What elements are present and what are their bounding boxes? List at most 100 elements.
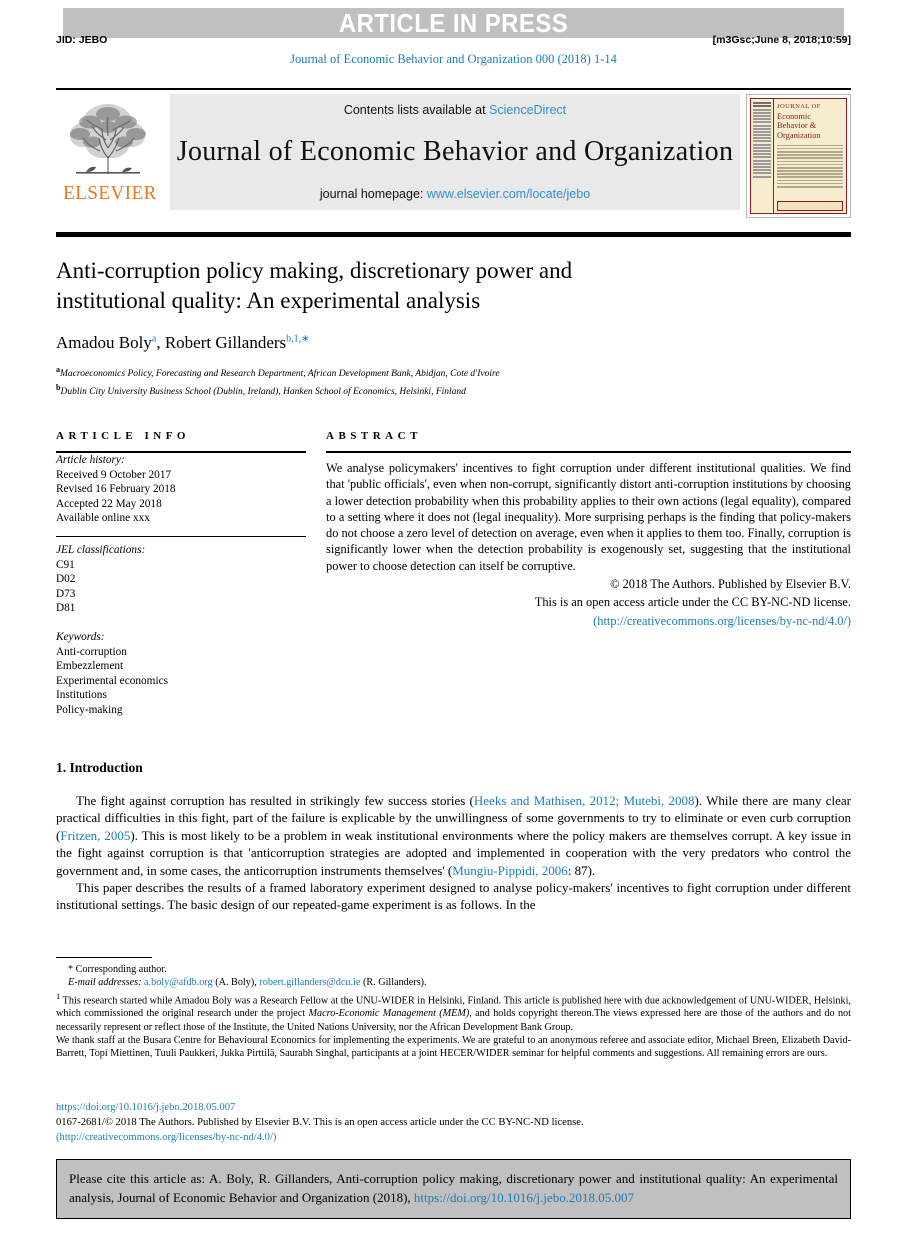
journal-cover-title-line2: Economic — [777, 111, 811, 121]
keyword-item: Institutions — [56, 689, 107, 702]
journal-homepage-link[interactable]: www.elsevier.com/locate/jebo — [427, 187, 590, 201]
article-info-rule-mid — [56, 535, 306, 537]
paragraph-2: This paper describes the results of a fr… — [56, 880, 851, 913]
doi-copyright-block: https://doi.org/10.1016/j.jebo.2018.05.0… — [56, 1100, 851, 1145]
journal-masthead: ELSEVIER Contents lists available at Sci… — [56, 88, 851, 218]
abstract-rule-top — [326, 451, 851, 453]
please-cite-box: Please cite this article as: A. Boly, R.… — [56, 1159, 851, 1219]
journal-cover-footer-bar — [777, 201, 843, 211]
affiliation-a-text: Macroeconomics Policy, Forecasting and R… — [60, 369, 500, 380]
abstract-heading: ABSTRACT — [326, 430, 422, 442]
author-1-affiliation-marker[interactable]: a — [152, 333, 156, 344]
footnote-acknowledgements: We thank staff at the Busara Centre for … — [56, 1034, 851, 1060]
page-title: Anti-corruption policy making, discretio… — [56, 256, 756, 316]
jel-classifications-label: JEL classifications: — [56, 543, 146, 556]
article-info-column: ARTICLE INFO Article history: Received 9… — [56, 430, 306, 718]
elsevier-wordmark: ELSEVIER — [63, 182, 157, 205]
journal-title: Journal of Economic Behavior and Organiz… — [176, 136, 734, 167]
footnote-corresponding-author: * Corresponding author. — [56, 963, 851, 976]
email-owner-gillanders: (R. Gillanders). — [362, 977, 427, 989]
jel-code: D81 — [56, 602, 76, 615]
typesetting-stamp: [m3Gsc;June 8, 2018;10:59] — [712, 34, 851, 46]
email-link-gillanders[interactable]: robert.gillanders@dcu.ie — [259, 977, 360, 988]
contents-available-line: Contents lists available at ScienceDirec… — [344, 103, 566, 117]
citation-mungiu-pippidi[interactable]: Mungiu-Pippidi, 2006 — [452, 863, 568, 878]
license-url-line: (http://creativecommons.org/licenses/by-… — [56, 1130, 851, 1145]
please-cite-doi-link[interactable]: https://doi.org/10.1016/j.jebo.2018.05.0… — [414, 1190, 634, 1205]
journal-cover-title-line4: Organization — [777, 130, 821, 140]
footnote-email-addresses: E-mail addresses: a.boly@afdb.org (A. Bo… — [56, 976, 851, 989]
affiliation-b-text: Dublin City University Business School (… — [60, 386, 466, 397]
footnote-1: 1 This research started while Amadou Bol… — [56, 990, 851, 1034]
journal-homepage-line: journal homepage: www.elsevier.com/locat… — [320, 187, 590, 201]
journal-cover-inner: JOURNAL OF Economic Behavior & Organizat… — [750, 98, 847, 214]
para1-part-a: The fight against corruption has resulte… — [76, 793, 474, 808]
contents-available-text: Contents lists available at — [343, 103, 490, 117]
article-title-line1: Anti-corruption policy making, discretio… — [56, 258, 573, 283]
keyword-item: Experimental economics — [56, 674, 168, 687]
keywords-label: Keywords: — [56, 630, 105, 643]
footnote-1-project-name: Macro-Economic Management (MEM) — [308, 1008, 470, 1020]
article-first-page: ARTICLE IN PRESS JID: JEBO [m3Gsc;June 8… — [0, 0, 907, 1238]
abstract-license-url-wrap: (http://creativecommons.org/licenses/by-… — [326, 613, 851, 629]
footnotes-block: * Corresponding author. E-mail addresses… — [56, 963, 851, 1060]
please-cite-paragraph: Please cite this article as: A. Boly, R.… — [69, 1169, 838, 1207]
abstract-column: ABSTRACT We analyse policymakers' incent… — [326, 430, 851, 629]
abstract-license: This is an open access article under the… — [534, 595, 851, 610]
author-name-2: Robert Gillanders — [164, 333, 287, 352]
doi-line: https://doi.org/10.1016/j.jebo.2018.05.0… — [56, 1100, 851, 1115]
journal-homepage-label: journal homepage: — [319, 187, 427, 201]
journal-cover-spine — [751, 99, 774, 213]
journal-id-label: JID: JEBO — [56, 34, 108, 46]
journal-cover-toc-lines — [777, 143, 843, 189]
section-heading-introduction: 1. Introduction — [56, 760, 143, 775]
article-history-received: Received 9 October 2017 — [56, 468, 172, 481]
journal-cover-title-line3: Behavior & — [777, 121, 817, 130]
citation-fritzen[interactable]: Fritzen, 2005 — [60, 828, 130, 843]
keywords-group: Keywords: Anti-corruption Embezzlement E… — [56, 630, 306, 718]
license-link[interactable]: (http://creativecommons.org/licenses/by-… — [56, 1132, 276, 1143]
journal-reference-line: Journal of Economic Behavior and Organiz… — [290, 52, 617, 66]
issn-copyright-line: 0167-2681/© 2018 The Authors. Published … — [56, 1117, 584, 1128]
title-block: Anti-corruption policy making, discretio… — [56, 256, 756, 398]
abstract-copyright: © 2018 The Authors. Published by Elsevie… — [610, 577, 851, 592]
corresponding-author-star: * — [68, 964, 74, 975]
elsevier-logo: ELSEVIER — [56, 94, 164, 218]
keyword-item: Policy-making — [56, 703, 123, 716]
jel-code: C91 — [56, 558, 75, 571]
abstract-license-link[interactable]: (http://creativecommons.org/licenses/by-… — [593, 614, 851, 628]
elsevier-tree-icon — [69, 104, 146, 174]
email-addresses-label: E-mail addresses: — [68, 977, 142, 989]
affiliation-a: aMacroeconomics Policy, Forecasting and … — [56, 364, 756, 381]
article-history-online: Available online xxx — [56, 512, 150, 525]
email-link-boly[interactable]: a.boly@afdb.org — [144, 977, 213, 988]
journal-cover-thumbnail: JOURNAL OF Economic Behavior & Organizat… — [746, 94, 851, 218]
keyword-item: Anti-corruption — [56, 645, 127, 658]
journal-header-band: Contents lists available at ScienceDirec… — [170, 94, 740, 210]
sciencedirect-link[interactable]: ScienceDirect — [489, 103, 566, 117]
journal-cover-face: JOURNAL OF Economic Behavior & Organizat… — [774, 99, 846, 213]
footnote-1-marker: 1 — [56, 990, 61, 1001]
article-history-revised: Revised 16 February 2018 — [56, 483, 176, 496]
citation-heeks-mathisen-mutebi[interactable]: Heeks and Mathisen, 2012; Mutebi, 2008 — [474, 793, 695, 808]
corresponding-author-marker[interactable]: ∗ — [301, 333, 309, 344]
paragraph-1: The fight against corruption has resulte… — [56, 792, 851, 879]
article-history-label: Article history: — [56, 454, 125, 466]
affiliation-b: bDublin City University Business School … — [56, 382, 756, 399]
article-in-press-label: ARTICLE IN PRESS — [338, 8, 569, 38]
author-name-1: Amadou Boly — [56, 333, 152, 352]
masthead-bottom-rule — [56, 232, 851, 237]
doi-link[interactable]: https://doi.org/10.1016/j.jebo.2018.05.0… — [56, 1102, 235, 1113]
author-2-affiliation-marker[interactable]: b,1, — [286, 333, 301, 344]
email-owner-boly: (A. Boly), — [215, 977, 257, 989]
jel-code: D02 — [56, 573, 76, 586]
jel-code: D73 — [56, 587, 76, 600]
keyword-item: Embezzlement — [56, 660, 124, 673]
journal-cover-title-line1: JOURNAL OF — [777, 103, 821, 110]
journal-cover-title: JOURNAL OF Economic Behavior & Organizat… — [777, 102, 843, 140]
body-column: 1. Introduction The fight against corrup… — [56, 760, 851, 914]
abstract-text: We analyse policymakers' incentives to f… — [326, 461, 851, 573]
author-list: Amadou Bolya, Robert Gillandersb,1,∗ — [56, 333, 310, 352]
article-history-group: Article history: Received 9 October 2017… — [56, 453, 306, 526]
article-history-accepted: Accepted 22 May 2018 — [56, 497, 162, 510]
